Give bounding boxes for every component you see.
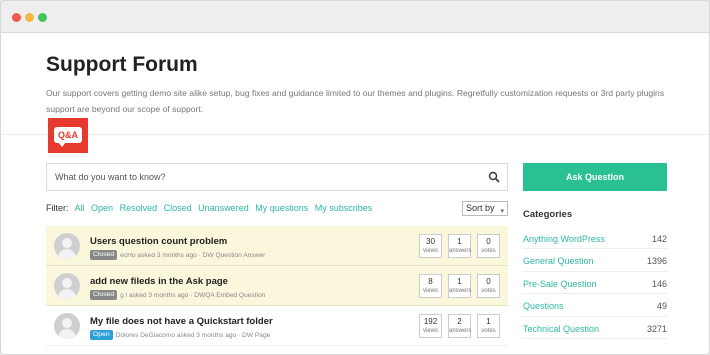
search-box <box>46 163 508 191</box>
votes-count: 0 votes <box>477 234 500 258</box>
views-number: 30 <box>426 237 435 246</box>
votes-number: 1 <box>486 317 491 326</box>
question-list: Users question count problem Closed ecHo … <box>46 226 508 346</box>
search-icon[interactable] <box>488 171 500 183</box>
votes-number: 0 <box>486 237 491 246</box>
categories-heading: Categories <box>523 209 573 220</box>
views-label: views <box>422 328 438 334</box>
category-count: 142 <box>651 234 667 244</box>
list-item: General Question 1396 <box>523 249 667 272</box>
avatar <box>54 313 80 339</box>
search-input[interactable] <box>47 164 477 190</box>
filter-label: Filter: <box>46 203 69 213</box>
category-link[interactable]: Questions <box>523 301 564 311</box>
answers-number: 1 <box>457 237 462 246</box>
user-head-icon <box>62 238 72 248</box>
status-badge: Closed <box>90 250 118 260</box>
user-head-icon <box>62 318 72 328</box>
avatar <box>54 233 80 259</box>
category-link[interactable]: Pre-Sale Question <box>523 279 597 289</box>
views-count: 192 views <box>419 314 442 338</box>
qa-logo: Q&A <box>48 118 88 153</box>
question-meta-text: Dolores DeGiacomo asked 3 months ago · D… <box>115 331 271 339</box>
views-label: views <box>422 248 438 254</box>
list-item: Anything WordPress 142 <box>523 227 667 250</box>
maximize-window-button[interactable] <box>38 13 47 22</box>
question-meta: Closed g l asked 3 months ago · DWQA Embe… <box>90 290 265 300</box>
votes-number: 0 <box>486 277 491 286</box>
filter-unanswered[interactable]: Unanswered <box>198 203 249 213</box>
answers-count: 1 answers <box>448 234 471 258</box>
views-count: 8 views <box>419 274 442 298</box>
speech-bubble-tail-icon <box>58 142 66 147</box>
category-link[interactable]: Technical Question <box>523 324 599 334</box>
question-meta: Open Dolores DeGiacomo asked 3 months ago… <box>90 330 270 340</box>
chevron-down-icon: ▾ <box>500 208 504 215</box>
status-badge: Closed <box>90 290 118 300</box>
views-label: views <box>422 288 438 294</box>
status-badge: Open <box>90 330 113 340</box>
question-row[interactable]: Users question count problem Closed ecHo … <box>46 226 508 266</box>
views-count: 30 views <box>419 234 442 258</box>
page-description: Our support covers getting demo site ali… <box>46 88 665 114</box>
answers-number: 1 <box>457 277 462 286</box>
category-count: 49 <box>656 301 667 312</box>
category-count: 3271 <box>646 323 667 334</box>
question-title[interactable]: Users question count problem <box>90 236 227 247</box>
question-meta-text: ecHo asked 3 months ago · DW Question An… <box>120 251 266 259</box>
filter-all[interactable]: All <box>75 203 85 213</box>
category-link[interactable]: Anything WordPress <box>523 234 605 244</box>
question-title[interactable]: add new fileds in the Ask page <box>90 276 228 287</box>
votes-label: votes <box>481 288 496 294</box>
avatar <box>54 273 80 299</box>
user-body-icon <box>58 249 76 259</box>
filter-bar: Filter: All Open Resolved Closed Unanswe… <box>46 201 508 217</box>
answers-label: answers <box>449 328 472 334</box>
user-head-icon <box>62 278 72 288</box>
filter-my-subscribes[interactable]: My subscribes <box>315 203 373 213</box>
question-title[interactable]: My file does not have a Quickstart folde… <box>90 316 273 327</box>
views-number: 192 <box>423 317 438 326</box>
answers-count: 1 answers <box>448 274 471 298</box>
category-link[interactable]: General Question <box>523 256 594 266</box>
views-number: 8 <box>428 277 433 286</box>
ask-question-button[interactable]: Ask Question <box>523 163 667 191</box>
filter-open[interactable]: Open <box>91 203 113 213</box>
question-meta: Closed ecHo asked 3 months ago · DW Quest… <box>90 250 265 260</box>
category-count: 1396 <box>646 256 667 267</box>
qa-logo-text: Q&A <box>54 127 82 143</box>
sort-select-label: Sort by <box>466 203 495 213</box>
answers-label: answers <box>449 248 472 254</box>
browser-window: Support Forum Our support covers getting… <box>0 0 710 355</box>
sort-select[interactable]: Sort by ▾ <box>462 201 508 216</box>
window-titlebar <box>1 1 709 33</box>
filter-my-questions[interactable]: My questions <box>255 203 308 213</box>
answers-number: 2 <box>457 317 462 326</box>
votes-label: votes <box>481 328 496 334</box>
question-row[interactable]: My file does not have a Quickstart folde… <box>46 306 508 346</box>
user-body-icon <box>58 329 76 339</box>
votes-count: 0 votes <box>477 274 500 298</box>
category-count: 146 <box>651 278 667 289</box>
question-row[interactable]: add new fileds in the Ask page Closed g l… <box>46 266 508 306</box>
question-meta-text: g l asked 3 months ago · DWQA Embed Ques… <box>120 291 266 299</box>
user-body-icon <box>58 289 76 299</box>
filter-resolved[interactable]: Resolved <box>120 203 158 213</box>
votes-count: 1 votes <box>477 314 500 338</box>
filter-closed[interactable]: Closed <box>164 203 192 213</box>
header-divider <box>1 134 709 135</box>
list-item: Pre-Sale Question 146 <box>523 272 667 295</box>
list-item: Questions 49 <box>523 294 667 317</box>
page-title: Support Forum <box>46 53 198 76</box>
minimize-window-button[interactable] <box>25 13 34 22</box>
close-window-button[interactable] <box>12 13 21 22</box>
votes-label: votes <box>481 248 496 254</box>
answers-label: answers <box>449 288 472 294</box>
list-item: Technical Question 3271 <box>523 317 667 339</box>
answers-count: 2 answers <box>448 314 471 338</box>
category-list: Anything WordPress 142 General Question … <box>523 227 667 339</box>
